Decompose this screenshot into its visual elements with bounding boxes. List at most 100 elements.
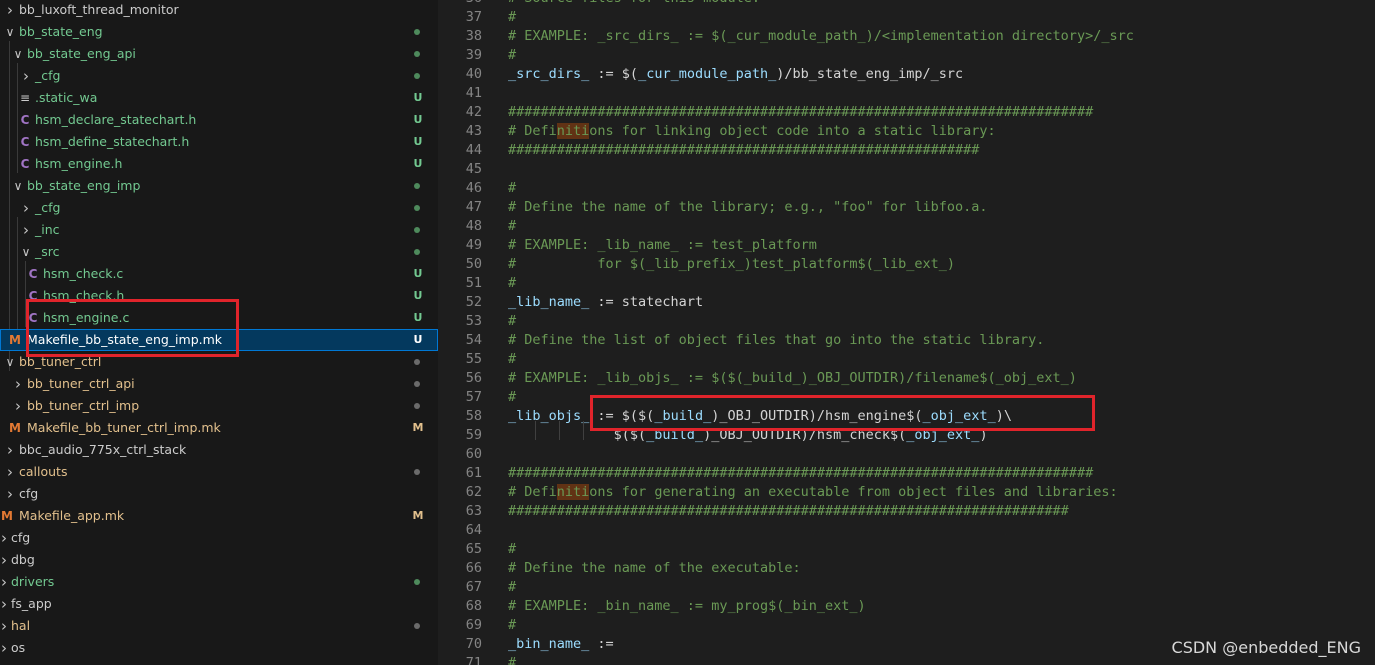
tree-folder[interactable]: › cfg <box>0 483 438 505</box>
chevron-right-icon[interactable]: › <box>0 593 10 615</box>
chevron-right-icon[interactable]: › <box>0 571 10 593</box>
tree-file[interactable]: Chsm_check.c U <box>0 263 438 285</box>
c-file-icon: C <box>20 135 30 149</box>
code-token: ########################################… <box>508 465 1094 481</box>
code-token: # <box>508 351 517 367</box>
code-editor[interactable]: 36 # Source files for this module: 37 #38 # … <box>438 0 1375 665</box>
code-text: ########################################… <box>508 103 1093 122</box>
chevron-right-icon[interactable]: › <box>4 483 16 505</box>
chevron-right-icon[interactable]: › <box>12 373 24 395</box>
tree-folder[interactable]: ∨ _src <box>0 241 438 263</box>
tree-folder[interactable]: › bb_tuner_ctrl_imp <box>0 395 438 417</box>
tree-file[interactable]: ≡ .static_wa U <box>0 87 438 109</box>
c-file-icon: C <box>28 267 38 281</box>
code-token: # <box>508 218 517 234</box>
code-line: 40 _src_dirs_ := $(_cur_module_path_)/bb_… <box>438 65 1375 84</box>
chevron-right-icon[interactable]: › <box>0 549 10 571</box>
tree-file[interactable]: Chsm_engine.h U <box>0 153 438 175</box>
tree-folder[interactable]: › bb_tuner_ctrl_api <box>0 373 438 395</box>
git-status-dot <box>414 249 420 255</box>
chevron-right-icon[interactable]: › <box>20 197 32 219</box>
tree-folder[interactable]: ∨ bb_state_eng_imp <box>0 175 438 197</box>
chevron-right-icon[interactable]: › <box>20 65 32 87</box>
tree-folder[interactable]: › bbc_audio_775x_ctrl_stack <box>0 439 438 461</box>
tree-file[interactable]: M Makefile_bb_tuner_ctrl_imp.mk M <box>0 417 438 439</box>
line-number: 58 <box>465 408 482 424</box>
chevron-right-icon[interactable]: › <box>0 615 10 637</box>
tree-folder[interactable]: › _cfg <box>0 65 438 87</box>
tree-file[interactable]: Chsm_declare_statechart.h U <box>0 109 438 131</box>
chevron-right-icon[interactable]: › <box>0 637 10 659</box>
tree-folder[interactable]: › fs_app <box>0 593 438 615</box>
tree-item-label: _src <box>35 244 60 259</box>
tree-folder[interactable]: ∨ bb_state_eng <box>0 21 438 43</box>
line-number: 57 <box>465 389 482 405</box>
line-number: 39 <box>465 47 482 63</box>
code-line: 66 # Define the name of the executable: <box>438 559 1375 578</box>
tree-file[interactable]: Chsm_define_statechart.h U <box>0 131 438 153</box>
code-token: # <box>508 579 517 595</box>
chevron-down-icon[interactable]: ∨ <box>12 175 24 197</box>
code-line: 48 # <box>438 217 1375 236</box>
code-text: _src_dirs_ := $(_cur_module_path_)/bb_st… <box>508 65 963 84</box>
chevron-down-icon[interactable]: ∨ <box>20 241 32 263</box>
tree-folder[interactable]: › os <box>0 637 438 659</box>
chevron-down-icon[interactable]: ∨ <box>12 43 24 65</box>
code-line: 38 # EXAMPLE: _src_dirs_ := $(_cur_module… <box>438 27 1375 46</box>
chevron-right-icon[interactable]: › <box>4 439 16 461</box>
chevron-down-icon[interactable]: ∨ <box>4 21 16 43</box>
code-text: # <box>508 8 516 27</box>
chevron-right-icon[interactable]: › <box>20 219 32 241</box>
c-file-icon: C <box>20 157 30 171</box>
code-token: # EXAMPLE: _src_dirs_ := $(_cur_module_p… <box>508 28 1134 44</box>
indent-guide <box>583 421 584 440</box>
annotation-box-explorer <box>26 299 239 357</box>
chevron-right-icon[interactable]: › <box>4 0 16 21</box>
line-number: 56 <box>465 370 482 386</box>
code-token: _lib_name_ <box>508 294 590 310</box>
git-status-dot <box>414 227 420 233</box>
code-token: _src_dirs_ <box>508 66 590 82</box>
code-token: # Define the list of object files that g… <box>508 332 1045 348</box>
tree-folder[interactable]: › callouts <box>0 461 438 483</box>
tree-folder[interactable]: › hal <box>0 615 438 637</box>
line-number: 45 <box>465 161 482 177</box>
code-token: ons for generating an executable from ob… <box>589 484 1118 500</box>
line-number: 51 <box>465 275 482 291</box>
tree-folder[interactable]: › bb_luxoft_thread_monitor <box>0 0 438 21</box>
tree-folder[interactable]: › drivers <box>0 571 438 593</box>
code-text: # Define the name of the library; e.g., … <box>508 198 988 217</box>
code-text: # <box>508 312 516 331</box>
tree-folder[interactable]: › _cfg <box>0 197 438 219</box>
indent-guide <box>535 421 536 440</box>
code-text: # <box>508 616 516 635</box>
c-file-icon: C <box>20 113 30 127</box>
chevron-right-icon[interactable]: › <box>12 395 24 417</box>
code-token: # <box>508 389 517 405</box>
code-token: _bin_name_ <box>508 636 590 652</box>
code-token: niti <box>556 484 590 500</box>
text-file-icon: ≡ <box>19 91 31 105</box>
chevron-right-icon[interactable]: › <box>0 527 10 549</box>
tree-folder[interactable]: › dbg <box>0 549 438 571</box>
code-line: 36 # Source files for this module: <box>438 0 1375 8</box>
chevron-right-icon[interactable]: › <box>4 461 16 483</box>
tree-folder[interactable]: › cfg <box>0 527 438 549</box>
tree-item-label: hsm_declare_statechart.h <box>35 112 197 127</box>
line-number: 70 <box>465 636 482 652</box>
tree-item-label: _cfg <box>35 200 61 215</box>
line-number: 49 <box>465 237 482 253</box>
code-line: 54 # Define the list of object files that… <box>438 331 1375 350</box>
tree-folder[interactable]: ∨ bb_state_eng_api <box>0 43 438 65</box>
tree-item-label: fs_app <box>11 596 52 611</box>
tree-file[interactable]: M Makefile_app.mk M <box>0 505 438 527</box>
line-number: 59 <box>465 427 482 443</box>
chevron-down-icon[interactable]: ∨ <box>4 351 16 373</box>
line-number: 52 <box>465 294 482 310</box>
tree-item-label: bb_state_eng_imp <box>27 178 141 193</box>
tree-folder[interactable]: › _inc <box>0 219 438 241</box>
code-token: # Define the name of the executable: <box>508 560 801 576</box>
code-text: # <box>508 274 516 293</box>
git-status-dot <box>414 183 420 189</box>
line-number: 64 <box>465 522 482 538</box>
